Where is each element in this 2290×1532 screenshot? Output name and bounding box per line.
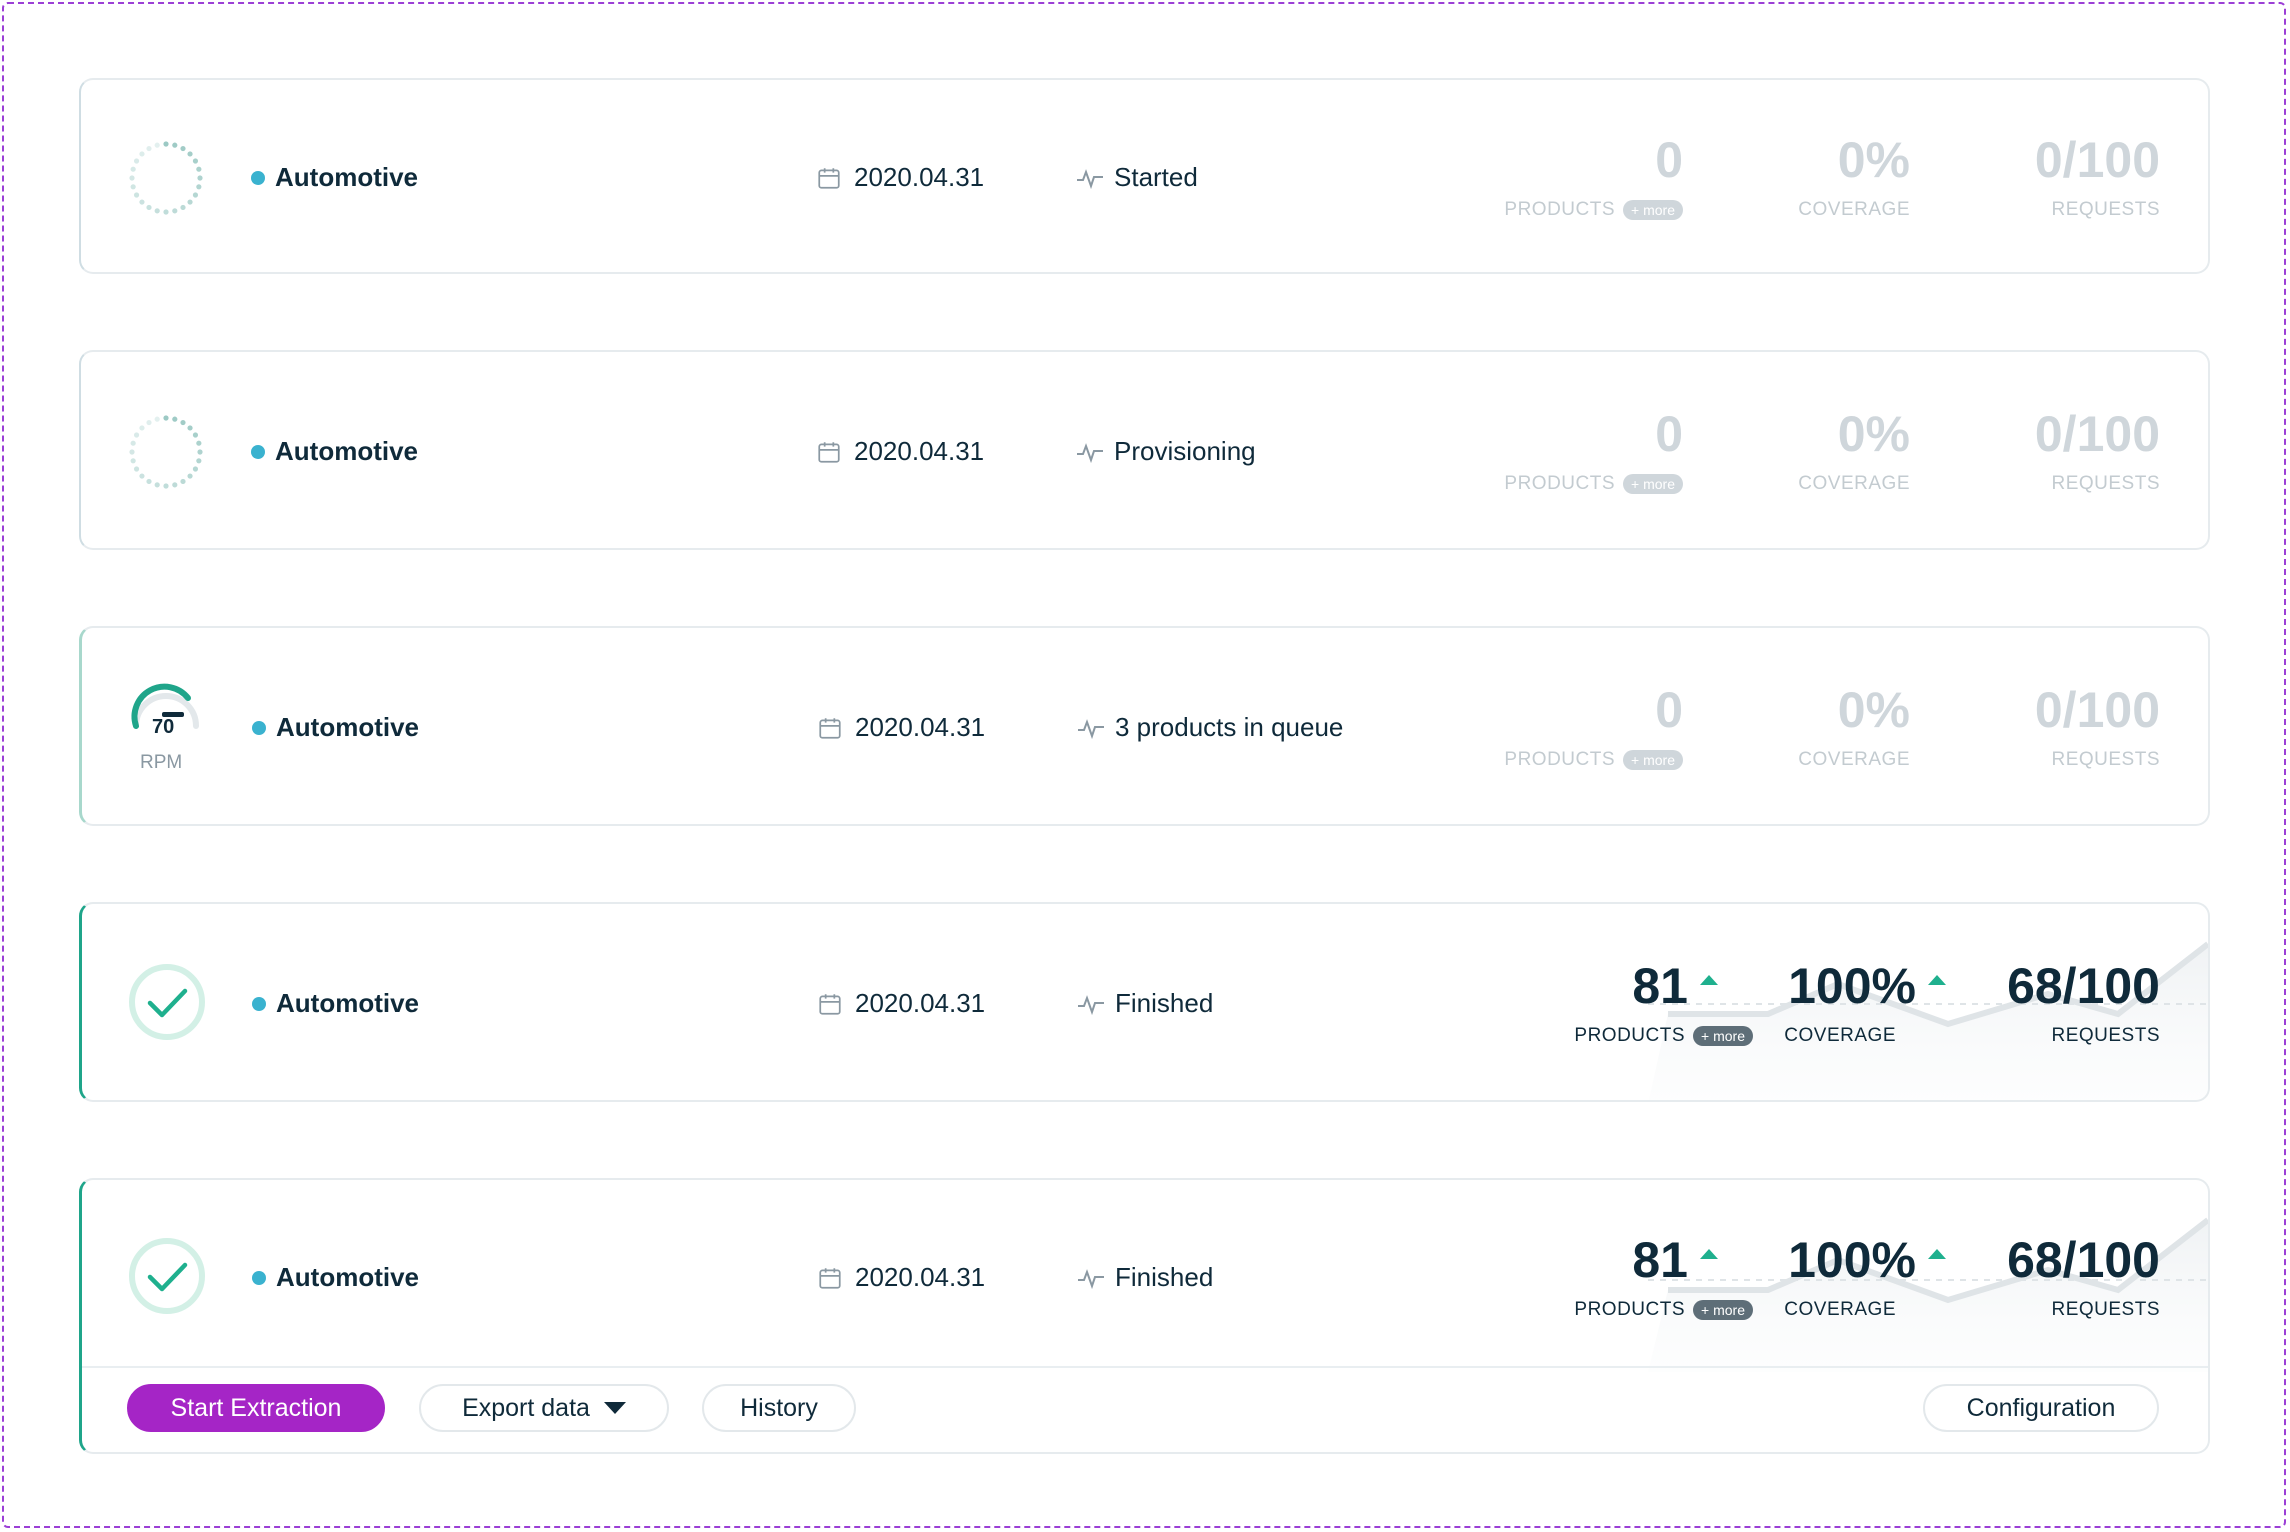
products-metric: 81 PRODUCTS + more (1574, 961, 1753, 1047)
category-label: Automotive (251, 162, 418, 193)
calendar-icon (819, 993, 841, 1015)
calendar-icon (818, 441, 840, 463)
date: 2020.04.31 (816, 162, 984, 193)
requests-metric: 0/100 REQUESTS (2034, 682, 2160, 770)
job-status: Finished (1077, 988, 1213, 1019)
more-badge[interactable]: + more (1693, 1026, 1753, 1046)
trend-up-triangle-icon (1928, 974, 1946, 985)
requests-metric: 0/100 REQUESTS (2034, 132, 2160, 220)
history-button[interactable]: History (702, 1384, 856, 1432)
gauge-value: 70 (152, 716, 175, 738)
trend-up-triangle-icon (1928, 1248, 1946, 1259)
trend-up-triangle-icon (1700, 974, 1718, 985)
more-badge[interactable]: + more (1693, 1300, 1753, 1320)
category-label: Automotive (251, 436, 418, 467)
coverage-metric: 100% COVERAGE (1784, 961, 1946, 1047)
job-status: Provisioning (1076, 436, 1256, 467)
rpm-gauge: 70 RPM (126, 678, 226, 778)
job-status: Finished (1077, 1262, 1213, 1293)
loading-spinner-icon (129, 141, 203, 215)
products-metric: 0 PRODUCTS + more (1504, 406, 1683, 494)
date: 2020.04.31 (816, 436, 984, 467)
activity-icon (1078, 718, 1104, 739)
category-dot (251, 444, 265, 459)
export-data-button[interactable]: Export data (419, 1384, 669, 1432)
calendar-icon (818, 167, 840, 189)
requests-metric: 0/100 REQUESTS (2034, 406, 2160, 494)
date: 2020.04.31 (817, 1262, 985, 1293)
calendar-icon (819, 1267, 841, 1289)
requests-metric: 68/100 REQUESTS (2007, 958, 2160, 1046)
activity-icon (1077, 168, 1103, 189)
job-status: 3 products in queue (1077, 712, 1343, 743)
job-status: Started (1076, 162, 1198, 193)
gauge-unit: RPM (140, 752, 183, 773)
coverage-metric: 0% COVERAGE (1798, 682, 1910, 770)
coverage-metric: 0% COVERAGE (1798, 406, 1910, 494)
job-card[interactable]: Automotive 2020.04.31 Started 0 PRODUCTS… (79, 78, 2210, 274)
caret-down-icon (603, 1402, 626, 1414)
card-action-bar: Start Extraction Export data History Con… (82, 1366, 2208, 1452)
check-circle-icon (129, 1238, 205, 1314)
category-label: Automotive (252, 988, 419, 1019)
trend-up-triangle-icon (1700, 1248, 1718, 1259)
activity-icon (1077, 442, 1103, 463)
category-dot (252, 720, 266, 735)
category-dot (252, 996, 266, 1011)
more-badge[interactable]: + more (1623, 750, 1683, 770)
more-badge[interactable]: + more (1623, 474, 1683, 494)
coverage-metric: 0% COVERAGE (1798, 132, 1910, 220)
configuration-button[interactable]: Configuration (1923, 1384, 2159, 1432)
loading-spinner-icon (129, 415, 203, 489)
job-card[interactable]: Automotive 2020.04.31 Provisioning 0 PRO… (79, 350, 2210, 550)
products-metric: 0 PRODUCTS + more (1504, 132, 1683, 220)
products-metric: 81 PRODUCTS + more (1574, 1235, 1753, 1321)
job-card[interactable]: Automotive 2020.04.31 Finished 81 PRODUC… (79, 902, 2210, 1102)
activity-icon (1078, 1268, 1104, 1289)
category-label: Automotive (252, 1262, 419, 1293)
activity-icon (1078, 994, 1104, 1015)
date: 2020.04.31 (817, 988, 985, 1019)
category-dot (252, 1270, 266, 1285)
start-extraction-button[interactable]: Start Extraction (127, 1384, 385, 1432)
category-label: Automotive (252, 712, 419, 743)
job-card[interactable]: 70 RPM Automotive 2020.04.31 3 products … (79, 626, 2210, 826)
category-dot (251, 170, 265, 185)
job-card-expanded[interactable]: Automotive 2020.04.31 Finished 81 PRODUC… (79, 1178, 2210, 1454)
products-metric: 0 PRODUCTS + more (1504, 682, 1683, 770)
date: 2020.04.31 (817, 712, 985, 743)
more-badge[interactable]: + more (1623, 200, 1683, 220)
calendar-icon (819, 717, 841, 739)
check-circle-icon (129, 964, 205, 1040)
coverage-metric: 100% COVERAGE (1784, 1235, 1946, 1321)
requests-metric: 68/100 REQUESTS (2007, 1232, 2160, 1320)
